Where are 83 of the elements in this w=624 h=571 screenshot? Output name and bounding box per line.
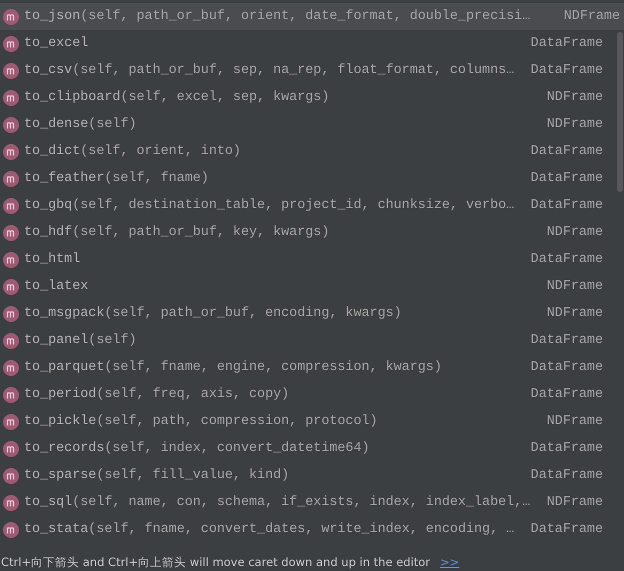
completion-item[interactable]: to_parquet(self, fname, engine, compression, kwargs) DataFrame [0, 354, 616, 381]
completion-item[interactable]: to_feather(self, fname) DataFrame [0, 165, 616, 192]
completion-item[interactable]: to_pickle(self, path, compression, protocol) NDFrame [0, 408, 616, 435]
method-icon [3, 90, 19, 106]
method-signature: to_panel(self) [24, 333, 138, 348]
scrollbar-thumb[interactable] [617, 32, 623, 192]
method-signature: to_parquet(self, fname, engine, compression, kwargs) [24, 360, 443, 375]
method-signature: to_html [24, 252, 82, 267]
return-type: DataFrame [530, 360, 603, 375]
method-signature: to_clipboard(self, excel, sep, kwargs) [24, 90, 330, 105]
return-type: DataFrame [530, 198, 603, 213]
method-signature: to_json(self, path_or_buf, orient, date_format, double_precisi… [24, 9, 532, 24]
return-type: NDFrame [546, 414, 603, 429]
return-type: DataFrame [530, 441, 603, 456]
completion-item[interactable]: to_sparse(self, fill_value, kind) DataFrame [0, 462, 616, 489]
method-icon [3, 332, 19, 348]
method-icon [3, 494, 19, 510]
method-signature: to_stata(self, fname, convert_dates, write_index, encoding, … [24, 522, 516, 537]
completion-item[interactable]: to_gbq(self, destination_table, project_id, chunksize, verbo… DataFrame [0, 192, 616, 219]
return-type: DataFrame [530, 522, 603, 537]
return-type: NDFrame [546, 279, 603, 294]
method-signature: to_dense(self) [24, 117, 138, 132]
method-signature: to_excel [24, 36, 90, 51]
method-icon [3, 306, 19, 322]
completion-item[interactable]: to_csv(self, path_or_buf, sep, na_rep, float_format, columns… DataFrame [0, 57, 616, 84]
completion-item[interactable]: to_html DataFrame [0, 246, 616, 273]
completion-item[interactable]: to_msgpack(self, path_or_buf, encoding, kwargs) NDFrame [0, 300, 616, 327]
method-icon [3, 36, 19, 52]
method-signature: to_dict(self, orient, into) [24, 144, 242, 159]
completion-item[interactable]: to_dict(self, orient, into) DataFrame [0, 138, 616, 165]
method-signature: to_sparse(self, fill_value, kind) [24, 468, 290, 483]
return-type: DataFrame [530, 333, 603, 348]
method-icon [3, 62, 19, 78]
method-icon [3, 360, 19, 376]
completion-item[interactable]: to_records(self, index, convert_datetime64) DataFrame [0, 435, 616, 462]
return-type: NDFrame [546, 117, 603, 132]
return-type: DataFrame [530, 36, 603, 51]
return-type: NDFrame [564, 9, 620, 24]
return-type: DataFrame [530, 63, 603, 78]
method-icon [3, 198, 19, 214]
method-signature: to_msgpack(self, path_or_buf, encoding, kwargs) [24, 306, 403, 321]
return-type: DataFrame [530, 171, 603, 186]
completion-item[interactable]: to_panel(self) DataFrame [0, 327, 616, 354]
method-signature: to_records(self, index, convert_datetime64) [24, 441, 371, 456]
hint-text: Ctrl+向下箭头 and Ctrl+向上箭头 will move caret down and up in the editor [1, 554, 430, 570]
method-icon [3, 252, 19, 268]
method-icon [3, 468, 19, 484]
method-icon [3, 170, 19, 186]
method-icon [3, 8, 19, 24]
return-type: DataFrame [530, 144, 603, 159]
method-signature: to_latex [24, 279, 90, 294]
completion-item[interactable]: to_clipboard(self, excel, sep, kwargs) NDFrame [0, 84, 616, 111]
method-signature: to_period(self, freq, axis, copy) [24, 387, 290, 402]
completion-item[interactable]: to_sql(self, name, con, schema, if_exists, index, index_label,… NDFrame [0, 489, 616, 516]
method-signature: to_sql(self, name, con, schema, if_exists, index, index_label,… [24, 495, 532, 510]
method-signature: to_csv(self, path_or_buf, sep, na_rep, float_format, columns… [24, 63, 516, 78]
method-signature: to_feather(self, fname) [24, 171, 210, 186]
return-type: DataFrame [530, 468, 603, 483]
more-link[interactable]: >> [440, 555, 460, 569]
method-icon [3, 522, 19, 538]
method-icon [3, 440, 19, 456]
return-type: DataFrame [530, 252, 603, 267]
method-signature: to_gbq(self, destination_table, project_id, chunksize, verbo… [24, 198, 516, 213]
return-type: DataFrame [530, 387, 603, 402]
method-icon [3, 278, 19, 294]
return-type: NDFrame [546, 495, 603, 510]
method-icon [3, 224, 19, 240]
return-type: NDFrame [546, 225, 603, 240]
completion-item[interactable]: to_stata(self, fname, convert_dates, write_index, encoding, … DataFrame [0, 516, 616, 543]
method-signature: to_hdf(self, path_or_buf, key, kwargs) [24, 225, 330, 240]
method-signature: to_pickle(self, path, compression, protocol) [24, 414, 379, 429]
method-icon [3, 116, 19, 132]
completion-item[interactable]: to_dense(self) NDFrame [0, 111, 616, 138]
completion-item[interactable]: to_hdf(self, path_or_buf, key, kwargs) NDFrame [0, 219, 616, 246]
completion-item[interactable]: to_excel DataFrame [0, 30, 616, 57]
completion-item[interactable]: to_latex NDFrame [0, 273, 616, 300]
method-icon [3, 386, 19, 402]
completion-item[interactable]: to_period(self, freq, axis, copy) DataFrame [0, 381, 616, 408]
method-icon [3, 144, 19, 160]
return-type: NDFrame [546, 90, 603, 105]
return-type: NDFrame [546, 306, 603, 321]
method-icon [3, 414, 19, 430]
completion-item[interactable]: to_json(self, path_or_buf, orient, date_format, double_precisi… NDFrame [0, 3, 624, 30]
